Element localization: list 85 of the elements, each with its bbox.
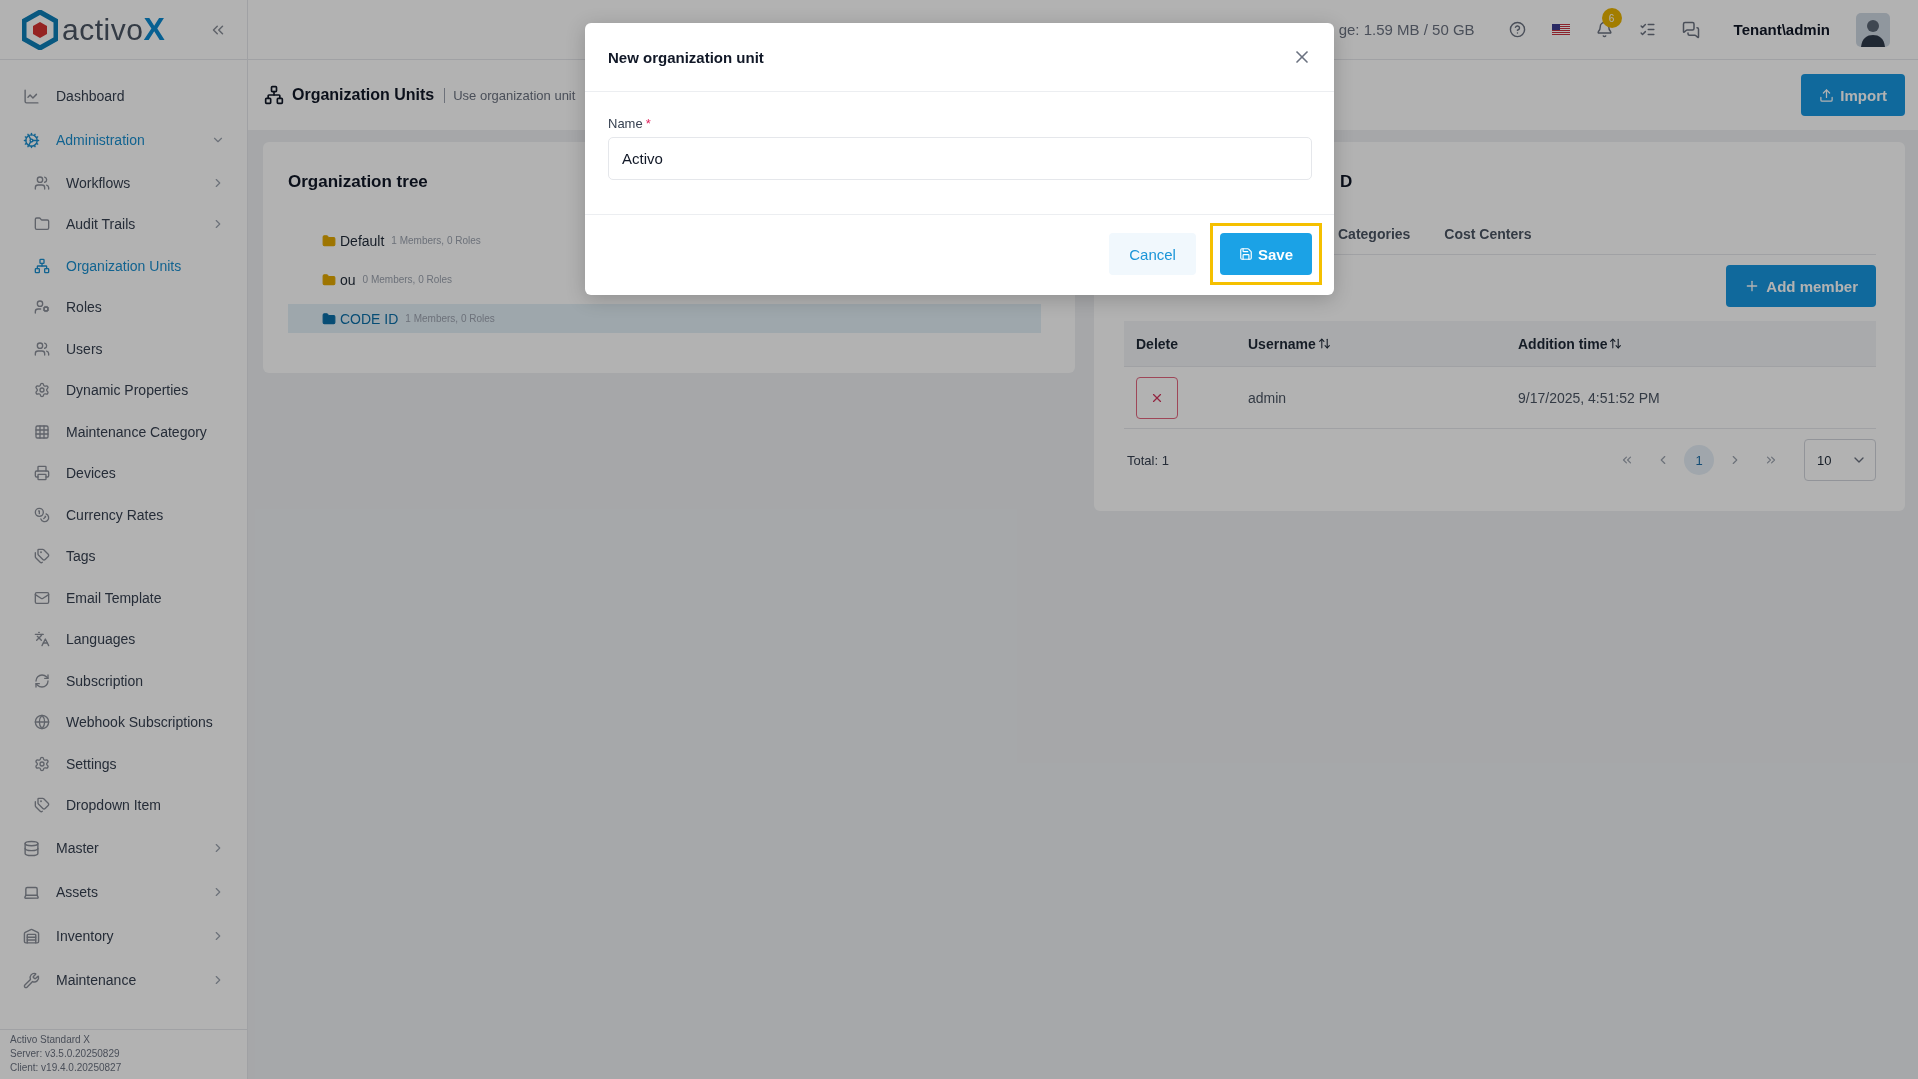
gears-icon xyxy=(23,131,40,149)
help-icon[interactable] xyxy=(1508,21,1526,38)
page-size-select[interactable]: 10 xyxy=(1804,439,1876,481)
required-mark: * xyxy=(645,116,651,131)
tree-node[interactable]: ou 0 Members, 0 Roles xyxy=(288,265,1041,294)
sidebar-item[interactable]: Maintenance Category xyxy=(0,411,247,453)
upload-icon xyxy=(1819,87,1835,103)
sidebar-item[interactable]: Currency Rates xyxy=(0,494,247,536)
version-text: Server: v3.5.0.20250829 xyxy=(10,1048,121,1059)
column-header[interactable]: Addition time xyxy=(1506,321,1876,367)
total-count: Total: 1 xyxy=(1127,452,1169,468)
sidebar-item[interactable]: Workflows xyxy=(0,162,247,204)
column-header: Delete xyxy=(1124,321,1236,367)
name-input[interactable]: Activo xyxy=(608,137,1312,180)
version-text: Activo Standard X xyxy=(10,1034,92,1045)
tab[interactable]: Categories xyxy=(1338,218,1411,254)
dialog-title: New organization unit xyxy=(608,48,764,66)
user-name[interactable]: Tenant\admin xyxy=(1733,21,1830,38)
coins-icon xyxy=(34,506,50,523)
column-header[interactable]: Username xyxy=(1236,321,1506,367)
tags-icon xyxy=(34,548,50,565)
card-title: D xyxy=(1340,172,1354,192)
sidebar-item[interactable]: Audit Trails xyxy=(0,203,247,245)
notification-badge: 6 xyxy=(1601,8,1622,28)
warehouse-icon xyxy=(23,927,40,945)
sidebar-item[interactable]: Languages xyxy=(0,618,247,660)
sidebar-item[interactable]: Roles xyxy=(0,286,247,328)
sidebar-item[interactable]: Tags xyxy=(0,535,247,577)
sidebar-item[interactable]: Dynamic Properties xyxy=(0,369,247,411)
sidebar-item[interactable]: Inventory xyxy=(0,914,247,958)
page-title: Organization Units xyxy=(292,86,435,104)
sidebar-item[interactable]: Users xyxy=(0,328,247,370)
folder-icon xyxy=(322,311,336,326)
people-icon xyxy=(34,340,50,357)
field-label: Name * xyxy=(608,116,652,131)
hierarchy-icon xyxy=(34,257,50,274)
sidebar-item[interactable]: Assets xyxy=(0,870,247,914)
sidebar-item[interactable]: Email Template xyxy=(0,577,247,619)
table-cell: admin xyxy=(1236,367,1506,429)
storage-usage: ge: 1.59 MB / 50 GB xyxy=(1338,21,1475,38)
page-subtitle: Use organization unit xyxy=(444,87,576,103)
table-cell: 9/17/2025, 4:51:52 PM xyxy=(1506,367,1876,429)
sidebar-item[interactable]: Devices xyxy=(0,452,247,494)
refresh-icon xyxy=(34,672,50,689)
sidebar-item[interactable]: Maintenance xyxy=(0,958,247,1002)
sort-icon[interactable] xyxy=(1317,337,1331,350)
sidebar-item[interactable]: Master xyxy=(0,826,247,870)
sidebar-item[interactable]: Dashboard xyxy=(0,74,247,118)
globe-icon xyxy=(34,714,50,731)
hierarchy-icon xyxy=(264,85,284,105)
translate-icon xyxy=(34,631,50,648)
grid-icon xyxy=(34,423,50,440)
chat-icon[interactable] xyxy=(1681,20,1700,39)
bell-icon[interactable] xyxy=(1595,21,1613,38)
folder-icon xyxy=(322,272,336,287)
version-text: Client: v19.4.0.20250827 xyxy=(10,1062,123,1073)
logo-icon xyxy=(22,9,58,50)
card-title: Organization tree xyxy=(288,172,429,192)
chart-icon xyxy=(23,87,40,105)
sidebar-item[interactable]: Settings xyxy=(0,743,247,785)
sidebar-item[interactable]: Subscription xyxy=(0,660,247,702)
sidebar-item[interactable]: Dropdown Item xyxy=(0,784,247,826)
avatar xyxy=(1856,12,1890,47)
tags-icon xyxy=(34,797,50,814)
user-icon xyxy=(34,299,50,316)
double-chevron-right-icon xyxy=(1764,453,1778,467)
gear-icon xyxy=(34,382,50,399)
page-button[interactable]: 1 xyxy=(1684,445,1714,475)
checklist-icon[interactable] xyxy=(1638,21,1656,38)
tree-node[interactable]: Default 1 Members, 0 Roles xyxy=(288,226,1041,255)
printer-icon xyxy=(34,465,50,482)
people-icon xyxy=(34,174,50,191)
delete-button[interactable] xyxy=(1136,376,1178,419)
sort-icon[interactable] xyxy=(1609,337,1623,350)
folder-icon xyxy=(34,216,50,233)
tab[interactable]: Cost Centers xyxy=(1444,218,1532,254)
double-chevron-left-icon xyxy=(1620,453,1634,467)
settings-icon xyxy=(34,755,50,772)
database-icon xyxy=(23,839,40,857)
mail-icon xyxy=(34,589,50,606)
flag-icon xyxy=(1551,23,1570,36)
sidebar-item[interactable]: Webhook Subscriptions xyxy=(0,701,247,743)
folder-icon xyxy=(322,233,336,248)
tools-icon xyxy=(23,971,40,989)
brand-name: activoX xyxy=(62,11,166,48)
